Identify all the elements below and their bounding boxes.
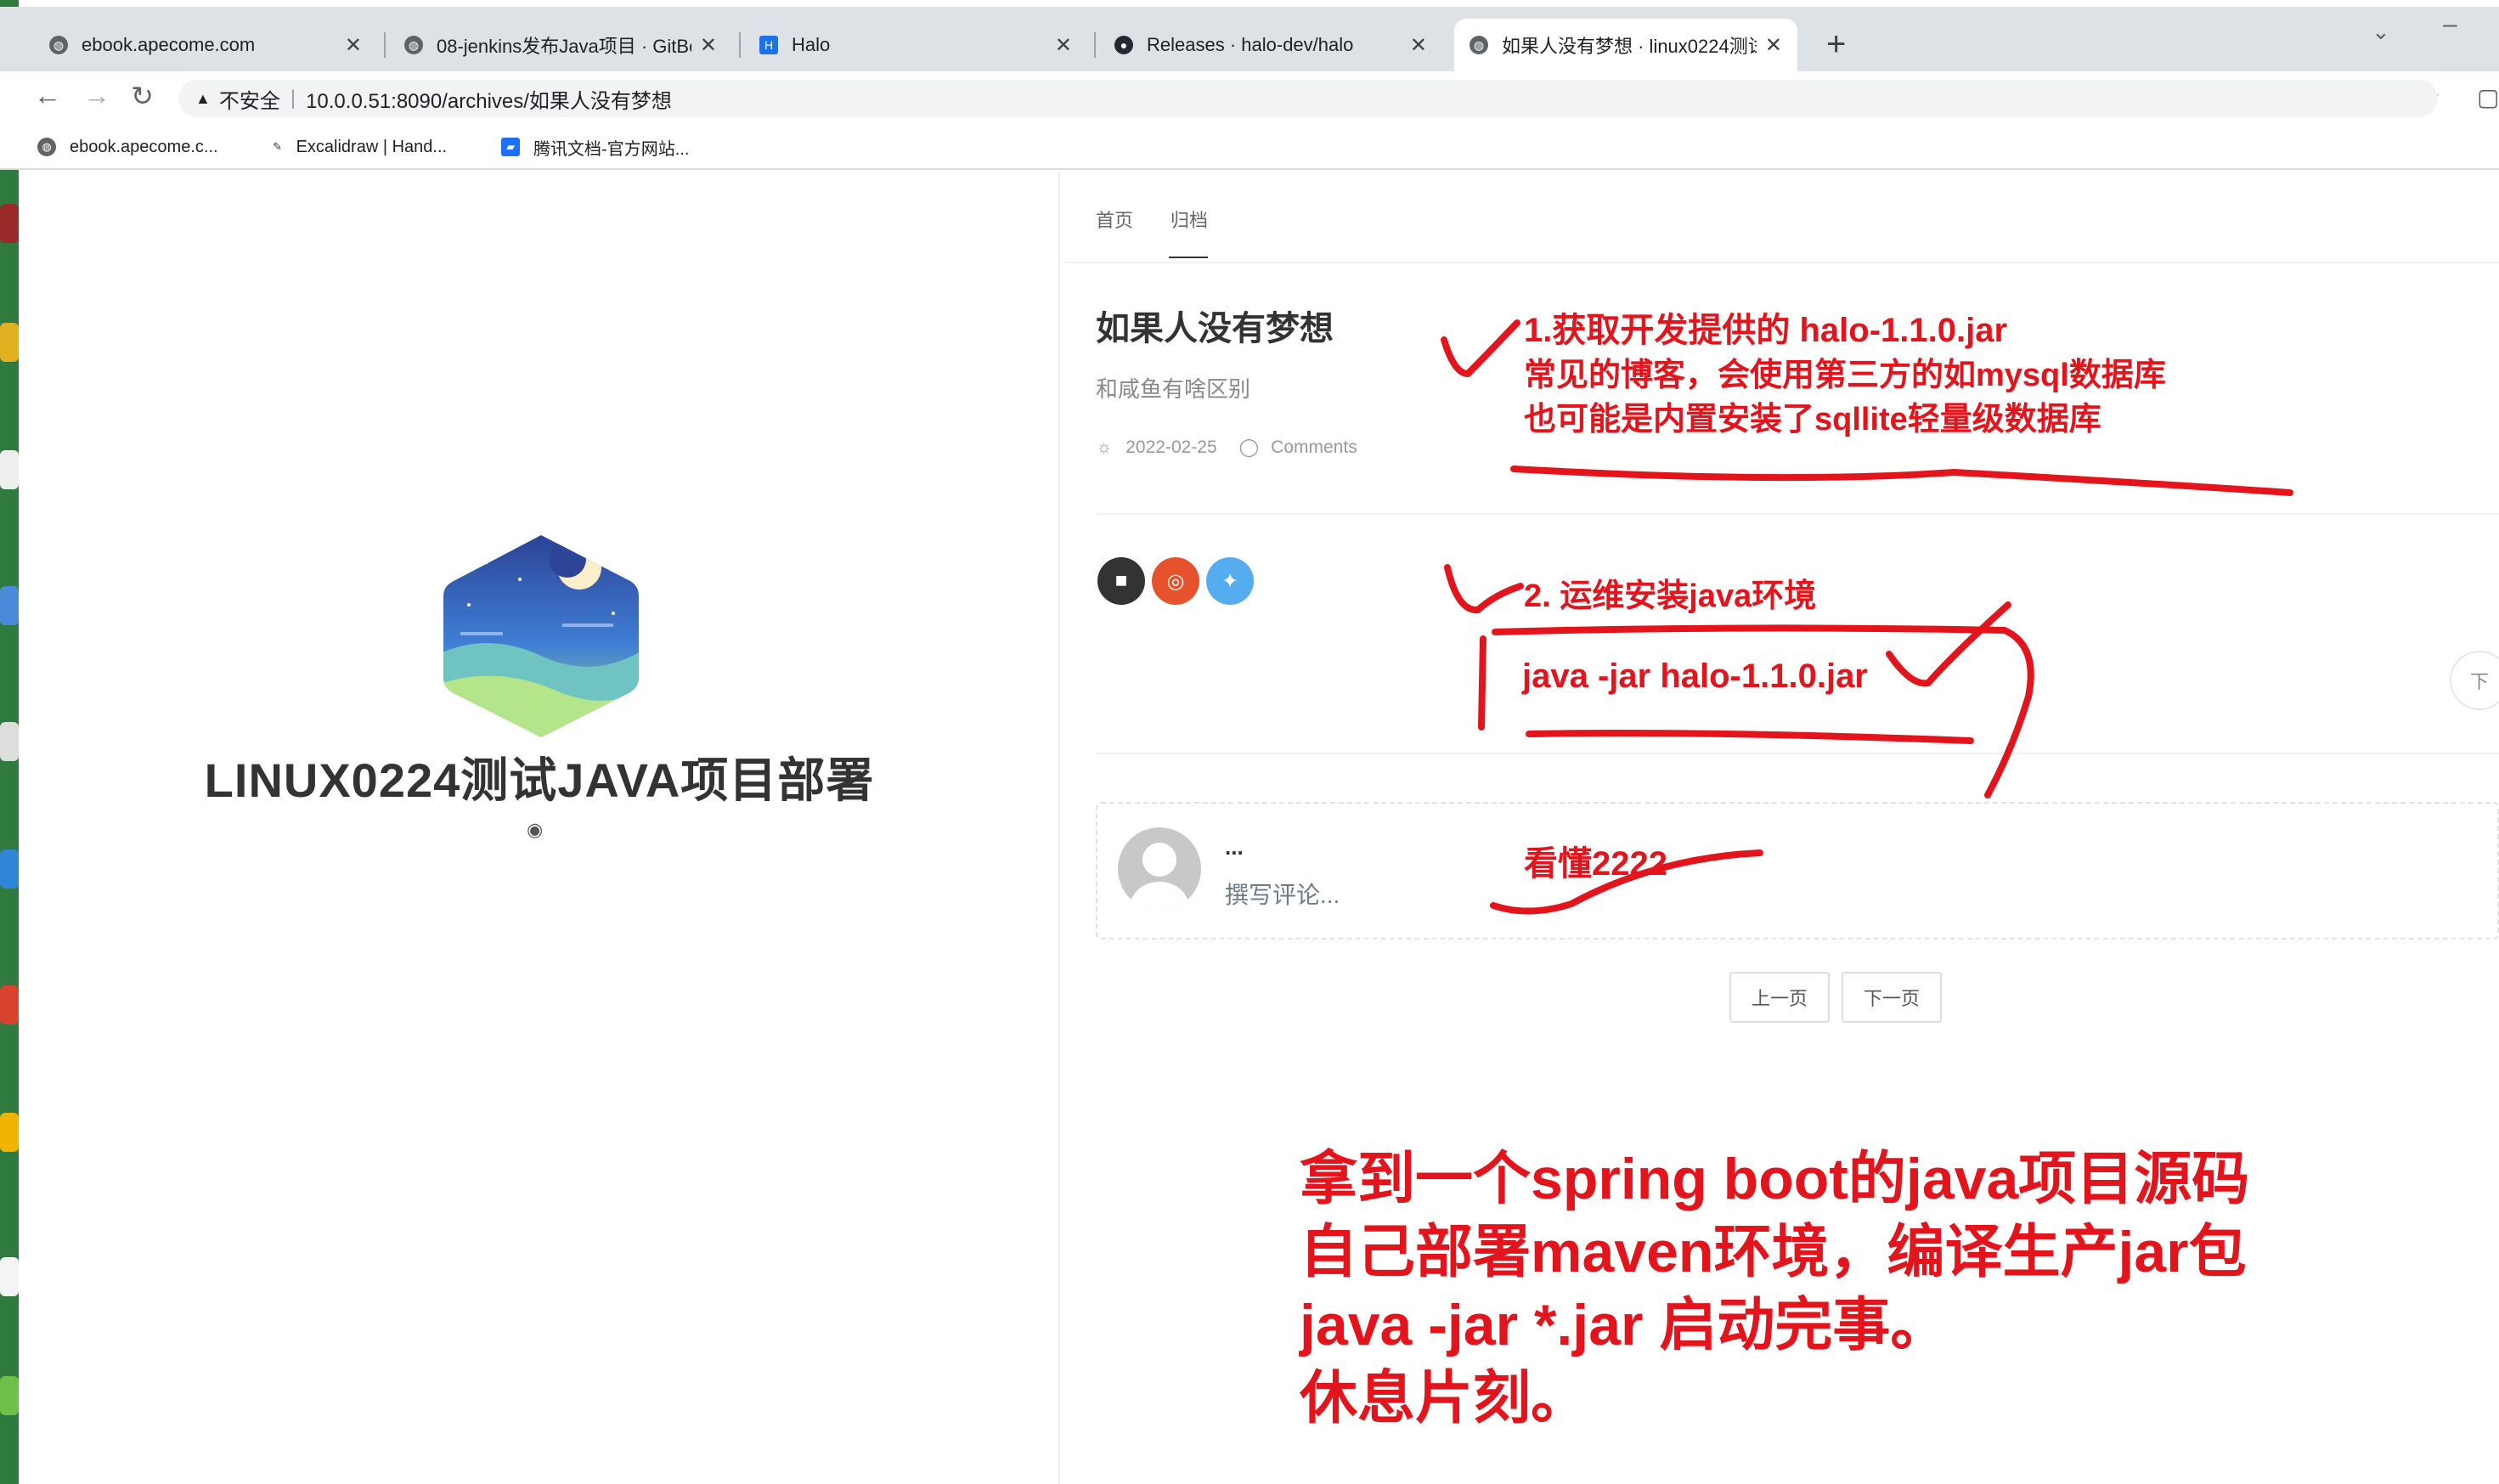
forward-icon[interactable]: → (83, 80, 110, 111)
blog-nav: 首页 归档 (1096, 206, 1245, 233)
annotation-step2: 2. 运维安装java环境 (1524, 578, 1817, 614)
tab-ebook[interactable]: ◍ ebook.apecome.com ✕ (34, 19, 377, 71)
tab-divider (1094, 32, 1096, 58)
annotation-step1-line3: 也可能是内置安装了sqllite轻量级数据库 (1524, 402, 2101, 437)
post-date: 2022-02-25 (1125, 437, 1217, 457)
post-subtitle: 和咸鱼有啥区别 (1096, 376, 1251, 402)
github-icon: ● (1114, 36, 1133, 54)
excalidraw-icon: ✎ (272, 138, 283, 156)
security-label: 不安全 (218, 89, 280, 113)
globe-icon: ◍ (1470, 36, 1488, 54)
bookmark-share-icon[interactable]: ■ (1097, 557, 1145, 605)
post-comments-link[interactable]: Comments (1271, 437, 1357, 458)
comment-author: ... (1225, 834, 1244, 860)
bookmark-excalidraw[interactable]: ✎ Excalidraw | Hand... (272, 138, 447, 157)
desktop-icon[interactable] (0, 1257, 19, 1296)
desktop-icon[interactable] (0, 450, 19, 489)
tencent-docs-icon: ▰ (501, 138, 521, 156)
annotation-step1: 1.获取开发提供的 halo-1.1.0.jar (1524, 312, 2008, 349)
comment-input[interactable]: 撰写评论... (1225, 877, 1340, 911)
url-text: 10.0.0.51:8090/archives/如果人没有梦想 (306, 89, 672, 113)
url-divider: | (290, 87, 296, 110)
tab-bar: ◍ ebook.apecome.com ✕ ◍ 08-jenkins发布Java… (0, 7, 2499, 71)
weibo-share-icon[interactable]: ◎ (1152, 557, 1199, 605)
divider (1096, 513, 2499, 515)
halo-icon: H (759, 36, 778, 54)
globe-icon: ◍ (404, 36, 423, 54)
user-icon (1131, 843, 1188, 911)
summary-line4: 休息片刻。 (1300, 1366, 1589, 1430)
divider (1063, 262, 2499, 263)
blog-title[interactable]: LINUX0224测试JAVA项目部署 (19, 742, 1060, 811)
next-page-button[interactable]: 下一页 (1842, 972, 1942, 1023)
tab-divider (384, 32, 386, 58)
annotation-understood: 看懂2222 (1524, 845, 1667, 883)
bookmarks-bar: ◍ ebook.apecome.c... ✎ Excalidraw | Hand..… (0, 126, 2499, 170)
close-icon[interactable]: ✕ (345, 33, 362, 58)
nav-home[interactable]: 首页 (1096, 206, 1133, 233)
rss-icon[interactable]: ◉ (527, 819, 543, 841)
sidepanel-icon[interactable]: ▢ (2477, 83, 2499, 111)
twitter-share-icon[interactable]: ✦ (1206, 557, 1254, 605)
close-icon[interactable]: ✕ (1055, 33, 1072, 58)
clock-icon: ☼ (1096, 437, 1113, 457)
annotation-step1-line2: 常见的博客，会使用第三方的如mysql数据库 (1524, 358, 2166, 393)
post-meta: ☼ 2022-02-25 ◯ Comments (1096, 437, 1357, 458)
desktop-icon[interactable] (0, 985, 19, 1024)
annotation-command: java -jar halo-1.1.0.jar (1522, 657, 1868, 695)
globe-icon: ◍ (49, 36, 68, 54)
bookmark-tencent-docs[interactable]: ▰ 腾讯文档-官方网站... (501, 135, 689, 160)
post-title: 如果人没有梦想 (1096, 310, 1334, 347)
close-icon[interactable]: ✕ (1410, 33, 1427, 58)
tab-releases[interactable]: ● Releases · halo-dev/halo ✕ (1099, 19, 1442, 71)
divider (1096, 753, 2499, 754)
tab-current-post[interactable]: ◍ 如果人没有梦想 · linux0224测试 ✕ (1454, 19, 1797, 71)
desktop-icon[interactable] (0, 1376, 19, 1415)
tab-halo[interactable]: H Halo ✕ (744, 19, 1087, 71)
comment-icon: ◯ (1238, 437, 1260, 457)
summary-line1: 拿到一个spring boot的java项目源码 (1300, 1147, 2250, 1211)
desktop-icon[interactable] (0, 849, 19, 889)
address-bar[interactable]: ▲ 不安全 | 10.0.0.51:8090/archives/如果人没有梦想 (178, 80, 2438, 117)
nav-archives[interactable]: 归档 (1171, 206, 1208, 233)
close-icon[interactable]: ✕ (1765, 33, 1782, 58)
prev-page-button[interactable]: 上一页 (1729, 972, 1830, 1023)
new-tab-button[interactable]: + (1826, 25, 1846, 64)
desktop-icon[interactable] (0, 722, 19, 761)
desktop-icon[interactable] (0, 204, 19, 243)
side-next-button[interactable]: 下 (2450, 651, 2499, 710)
desktop-icon[interactable] (0, 586, 19, 625)
tab-search-icon[interactable]: ⌄ (2372, 19, 2390, 45)
blog-logo-icon (443, 535, 639, 737)
comment-box[interactable] (1096, 802, 2499, 939)
globe-icon: ◍ (37, 138, 56, 156)
warning-icon: ▲ (195, 89, 211, 107)
tab-gitbook[interactable]: ◍ 08-jenkins发布Java项目 · GitBo ✕ (389, 19, 732, 71)
summary-line2: 自己部署maven环境，编译生产jar包 (1300, 1220, 2247, 1284)
blog-cover-pane: LINUX0224测试JAVA项目部署 ◉ (19, 172, 1060, 1484)
desktop-icon[interactable] (0, 323, 19, 362)
close-icon[interactable]: ✕ (700, 33, 717, 58)
bookmark-ebook[interactable]: ◍ ebook.apecome.c... (37, 138, 218, 157)
minimize-icon[interactable]: – (2443, 10, 2457, 39)
reload-icon[interactable]: ↻ (131, 80, 154, 112)
tab-divider (739, 32, 741, 58)
nav-active-underline (1169, 257, 1208, 258)
desktop-icon[interactable] (0, 1113, 19, 1152)
avatar (1118, 827, 1201, 911)
desktop-edge (0, 0, 19, 1484)
summary-line3: java -jar *.jar 启动完事。 (1300, 1293, 1949, 1357)
back-icon[interactable]: ← (34, 80, 61, 111)
